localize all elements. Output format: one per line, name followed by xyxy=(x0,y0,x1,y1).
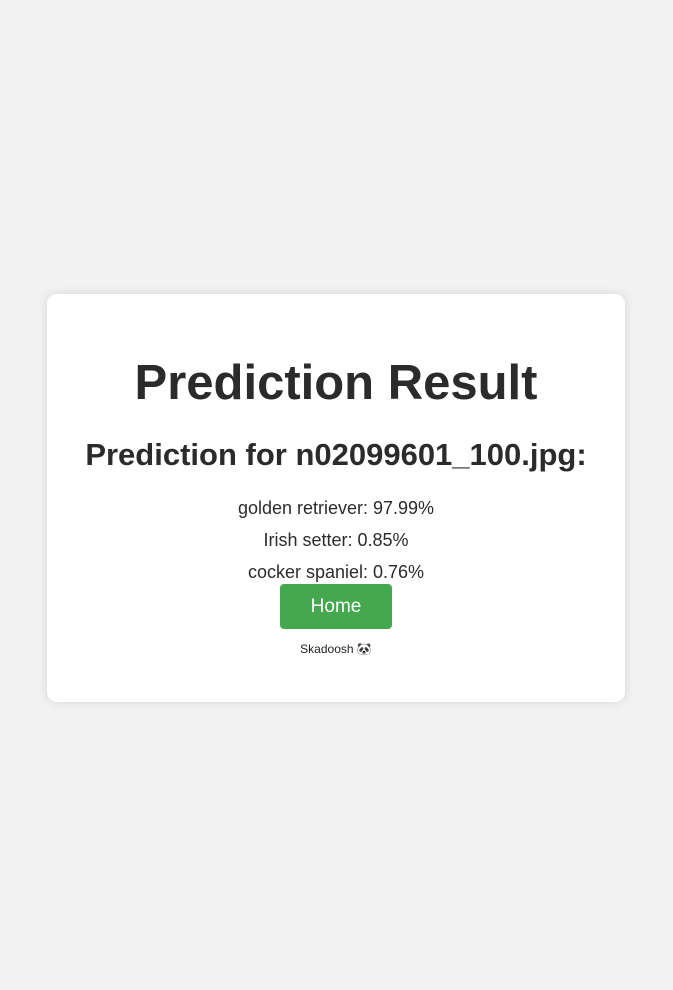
home-button[interactable]: Home xyxy=(280,584,392,629)
footer-text: Skadoosh 🐼 xyxy=(300,642,372,656)
prediction-list: golden retriever: 97.99% Irish setter: 0… xyxy=(47,492,625,588)
prediction-heading: Prediction for n02099601_100.jpg: xyxy=(85,437,587,472)
prediction-item: Irish setter: 0.85% xyxy=(263,530,409,550)
page-title: Prediction Result xyxy=(134,356,538,410)
prediction-item: golden retriever: 97.99% xyxy=(237,498,435,518)
result-card: Prediction Result Prediction for n020996… xyxy=(47,294,625,702)
